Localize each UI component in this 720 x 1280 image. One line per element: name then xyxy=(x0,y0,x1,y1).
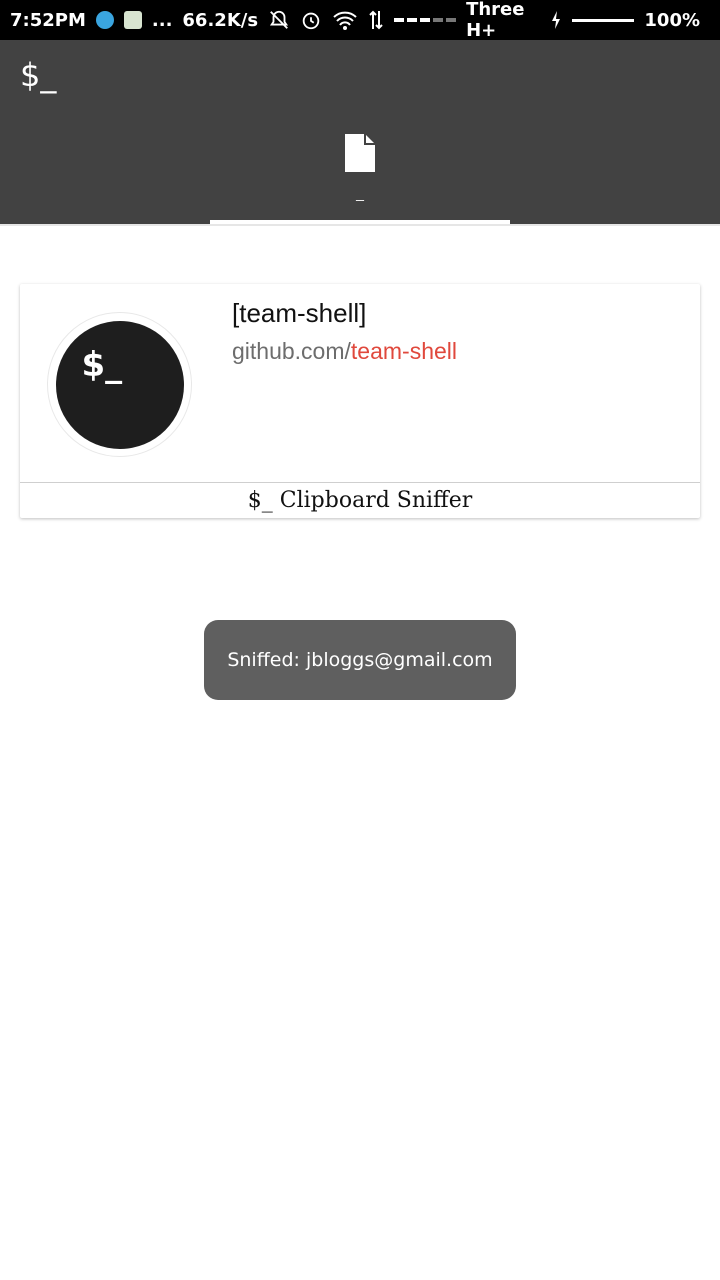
avatar: $_ xyxy=(47,312,192,457)
data-transfer-icon xyxy=(368,9,384,31)
link-highlight: team-shell xyxy=(350,338,458,364)
alarm-icon xyxy=(300,9,322,31)
link-prefix: github.com/ xyxy=(232,338,351,364)
status-bar: 7:52PM ... 66.2K/s Three H+ 100% xyxy=(0,0,720,41)
avatar-logo: $_ xyxy=(81,344,123,385)
github-link[interactable]: github.com/team-shell xyxy=(232,338,457,365)
telegram-icon xyxy=(95,11,114,29)
toast-message: Sniffed: jbloggs@gmail.com xyxy=(204,620,516,700)
app-bar: $_ _ xyxy=(0,40,720,224)
notification-app-icon xyxy=(123,11,142,29)
about-card: $_ [team-shell] github.com/team-shell $_… xyxy=(20,284,700,518)
tab-clipboard[interactable]: _ xyxy=(210,120,510,224)
file-icon xyxy=(343,132,377,179)
app-bar-divider xyxy=(0,224,720,226)
network-speed: 66.2K/s xyxy=(182,9,259,31)
card-title: [team-shell] xyxy=(232,298,367,328)
card-footer-app-name: $_ Clipboard Sniffer xyxy=(247,488,473,513)
carrier-name: Three H+ xyxy=(466,0,525,41)
app-logo: $_ xyxy=(20,56,57,94)
wifi-icon xyxy=(332,9,358,31)
tab-label: _ xyxy=(356,185,364,201)
status-time: 7:52PM xyxy=(10,9,86,31)
battery-icon xyxy=(572,18,635,22)
more-notifications-indicator: ... xyxy=(151,9,173,31)
battery-level: 100% xyxy=(644,9,700,31)
mute-icon xyxy=(268,9,290,31)
charging-icon xyxy=(550,10,562,30)
signal-strength-icon xyxy=(394,18,457,22)
